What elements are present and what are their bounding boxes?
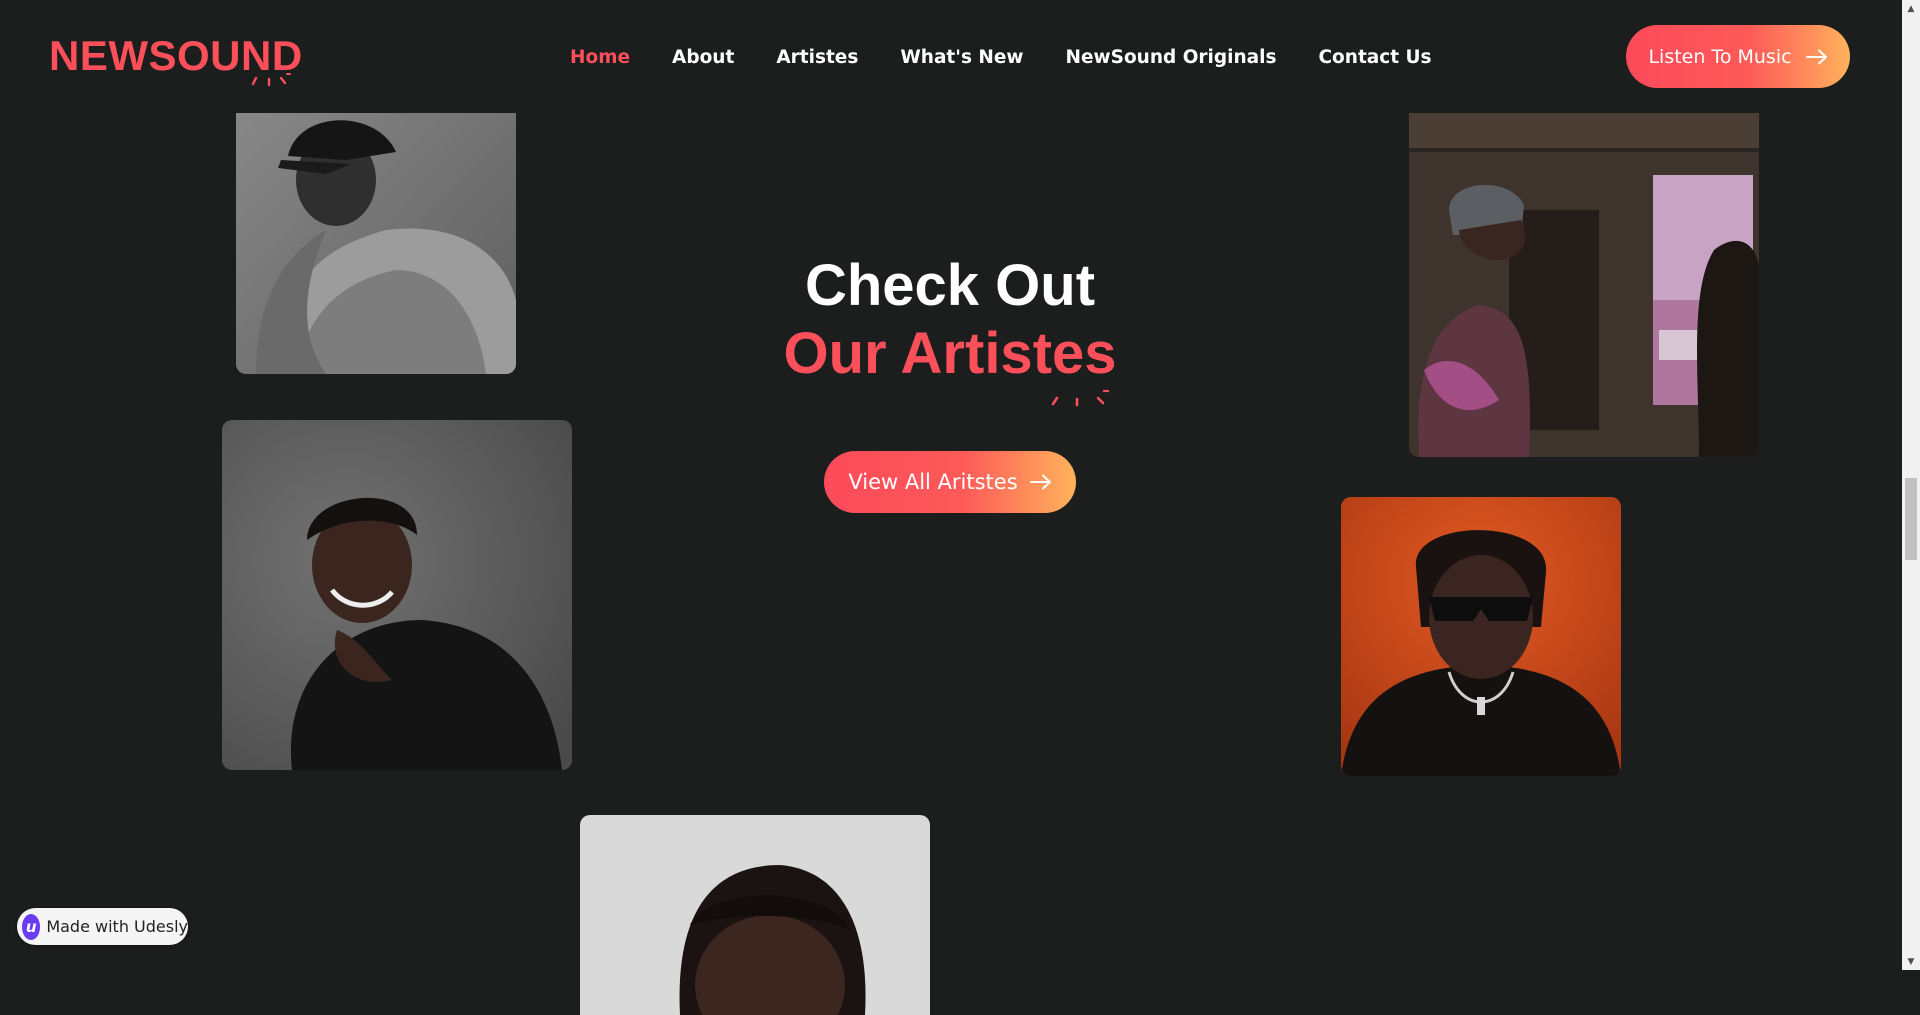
arrow-right-icon (1805, 49, 1827, 64)
nav-link-newsound-originals[interactable]: NewSound Originals (1066, 44, 1277, 72)
scrollbar-thumb[interactable] (1905, 478, 1917, 560)
artist-photo-bottom-image (580, 815, 930, 1015)
artist-photo-cap-image (236, 80, 516, 374)
view-all-artistes-label: View All Aritstes (848, 470, 1018, 494)
hero-title-line-1: Check Out (804, 253, 1096, 318)
artist-photo-sunglasses[interactable] (1341, 497, 1621, 776)
udesly-logo-icon: u (22, 913, 41, 940)
badge-text: Made with Udesly (46, 917, 188, 936)
logo-spark-icon (251, 73, 291, 87)
main-nav: Home About Artistes What's New NewSound … (570, 44, 1474, 72)
view-all-artistes-button[interactable]: View All Aritstes (824, 451, 1076, 513)
artist-photo-cap[interactable] (236, 80, 516, 374)
page-scrollbar[interactable]: ▲ ▼ (1902, 0, 1920, 970)
artist-photo-sunglasses-image (1341, 497, 1621, 776)
scroll-up-icon[interactable]: ▲ (1902, 0, 1920, 17)
nav-link-artistes[interactable]: Artistes (776, 44, 858, 72)
nav-link-about[interactable]: About (672, 44, 734, 72)
site-header: NEWSOUND Home About Artistes What's New … (0, 0, 1902, 113)
listen-to-music-button[interactable]: Listen To Music (1626, 25, 1850, 88)
artist-photo-window-image (1409, 80, 1759, 457)
artist-photo-bottom[interactable] (580, 815, 930, 1015)
title-spark-icon (1051, 389, 1109, 407)
arrow-right-icon (1029, 474, 1051, 490)
artist-photo-window[interactable] (1409, 80, 1759, 457)
nav-link-home[interactable]: Home (570, 44, 630, 72)
artistes-hero: Check Out Our Artistes (700, 252, 1200, 407)
artist-photo-smiling-image (222, 420, 572, 770)
artist-photo-smiling[interactable] (222, 420, 572, 770)
nav-link-contact-us[interactable]: Contact Us (1318, 44, 1431, 72)
hero-title-line-2: Our Artistes (783, 321, 1117, 386)
listen-to-music-label: Listen To Music (1648, 45, 1792, 68)
nav-link-whats-new[interactable]: What's New (900, 44, 1023, 72)
made-with-udesly-badge[interactable]: u Made with Udesly (17, 908, 188, 945)
scroll-down-icon[interactable]: ▼ (1902, 953, 1920, 970)
site-logo[interactable]: NEWSOUND (49, 35, 303, 77)
